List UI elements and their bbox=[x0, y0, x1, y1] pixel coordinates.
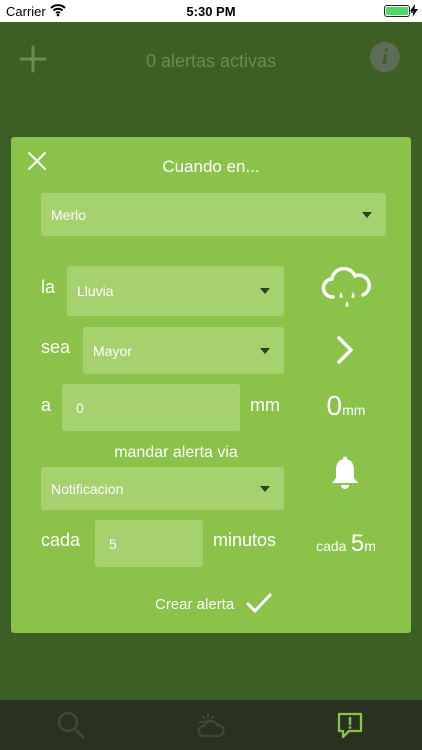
summary-unit: mm bbox=[342, 402, 366, 418]
send-via-label: mandar alerta via bbox=[114, 444, 238, 461]
create-alert-button[interactable]: Crear alerta bbox=[151, 592, 275, 616]
chevron-right-icon bbox=[337, 336, 353, 364]
active-alerts-title: 0 alertas activas bbox=[145, 51, 277, 71]
tab-weather[interactable] bbox=[171, 700, 251, 750]
create-alert-label: Crear alerta bbox=[155, 596, 235, 613]
interval-unit-label: minutos bbox=[213, 530, 277, 550]
chevron-down-icon bbox=[260, 485, 270, 492]
battery-icon bbox=[384, 5, 413, 17]
summary-value: 0 bbox=[326, 390, 343, 421]
location-select[interactable]: Merlo bbox=[41, 193, 386, 236]
search-icon bbox=[57, 711, 85, 739]
summary-interval-value: 5 bbox=[350, 530, 365, 557]
condition-select[interactable]: Lluvia bbox=[67, 266, 284, 316]
charging-icon bbox=[410, 4, 418, 17]
la-label: la bbox=[41, 277, 56, 297]
interval-summary: cada 5m bbox=[301, 530, 391, 558]
dialog-title: Cuando en... bbox=[162, 157, 260, 176]
top-bar: 0 alertas activas i bbox=[0, 22, 422, 100]
unit-label: mm bbox=[250, 395, 280, 415]
cloud-rain-icon bbox=[321, 267, 372, 307]
create-alert-dialog: Cuando en... Merlo la Lluvia sea Mayor a… bbox=[11, 137, 411, 633]
comparison-value: Mayor bbox=[93, 342, 132, 359]
interval-input[interactable] bbox=[95, 520, 203, 567]
status-bar: Carrier 5:30 PM bbox=[0, 0, 422, 22]
bell-icon bbox=[332, 456, 358, 489]
summary-interval-unit: m bbox=[364, 538, 376, 554]
comparison-select[interactable]: Mayor bbox=[83, 327, 284, 374]
sea-label: sea bbox=[41, 337, 71, 357]
amount-input[interactable] bbox=[62, 384, 240, 431]
weather-icon bbox=[197, 713, 225, 738]
tab-search[interactable] bbox=[32, 700, 112, 750]
channel-select[interactable]: Notificacion bbox=[41, 467, 284, 510]
condition-value: Lluvia bbox=[77, 283, 114, 299]
alerts-icon bbox=[337, 712, 363, 739]
tab-bar bbox=[0, 700, 422, 750]
a-label: a bbox=[41, 395, 52, 415]
chevron-down-icon bbox=[260, 288, 270, 294]
channel-value: Notificacion bbox=[51, 480, 124, 497]
cada-label: cada bbox=[41, 530, 81, 550]
location-value: Merlo bbox=[51, 206, 87, 223]
checkmark-icon bbox=[246, 593, 272, 613]
tab-alerts[interactable] bbox=[311, 700, 391, 750]
info-icon[interactable]: i bbox=[370, 42, 400, 72]
chevron-down-icon bbox=[362, 211, 372, 218]
chevron-down-icon bbox=[260, 347, 270, 354]
status-time: 5:30 PM bbox=[186, 4, 236, 19]
threshold-summary: 0mm bbox=[291, 390, 401, 422]
summary-interval-prefix: cada bbox=[316, 538, 347, 554]
